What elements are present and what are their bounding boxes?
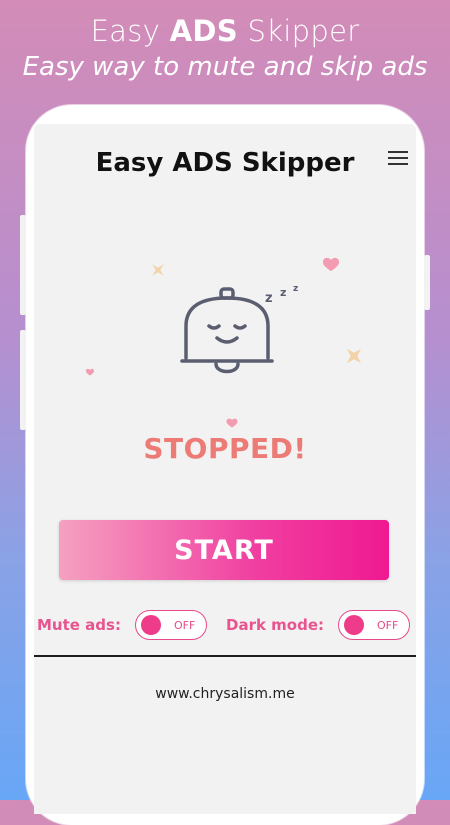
promo-title-bold: ADS [169, 14, 238, 48]
bell-icon [180, 287, 274, 374]
toggle-knob [344, 615, 364, 635]
divider [34, 655, 416, 657]
dark-mode-label: Dark mode: [226, 616, 325, 634]
mute-ads-state: OFF [174, 619, 196, 632]
app-screen: Easy ADS Skipper z z z STOPPED! START Mu… [34, 124, 416, 814]
sparkle-icon [346, 348, 362, 364]
phone-side-button-left-lower [20, 330, 26, 430]
sleep-z-icon: z z z [265, 284, 298, 306]
dark-mode-state: OFF [377, 619, 399, 632]
heart-icon [226, 418, 238, 428]
heart-icon [322, 257, 340, 271]
svg-text:z: z [280, 286, 286, 299]
mute-ads-toggle[interactable]: OFF [135, 610, 207, 640]
svg-text:z: z [265, 291, 273, 306]
dark-mode-toggle[interactable]: OFF [338, 610, 410, 640]
start-button[interactable]: START [59, 520, 389, 580]
promo-subtitle: Easy way to mute and skip ads [22, 52, 428, 82]
status-text: STOPPED! [143, 432, 307, 465]
svg-text:z: z [293, 284, 298, 294]
app-title: Easy ADS Skipper [95, 148, 355, 178]
phone-side-button-left [20, 215, 26, 315]
toggle-knob [141, 615, 161, 635]
sparkle-icon [152, 264, 164, 276]
mute-ads-label: Mute ads: [37, 616, 121, 634]
phone-side-button-right [424, 255, 430, 310]
promo-title-prefix: Easy [90, 14, 170, 48]
footer-website-link[interactable]: www.chrysalism.me [34, 686, 416, 702]
heart-icon [85, 368, 95, 376]
sleeping-bell-illustration: z z z [85, 257, 362, 428]
promo-title-suffix: Skipper [237, 14, 360, 48]
hamburger-menu-icon[interactable] [386, 148, 410, 168]
promo-title: Easy ADS Skipper [0, 14, 450, 48]
